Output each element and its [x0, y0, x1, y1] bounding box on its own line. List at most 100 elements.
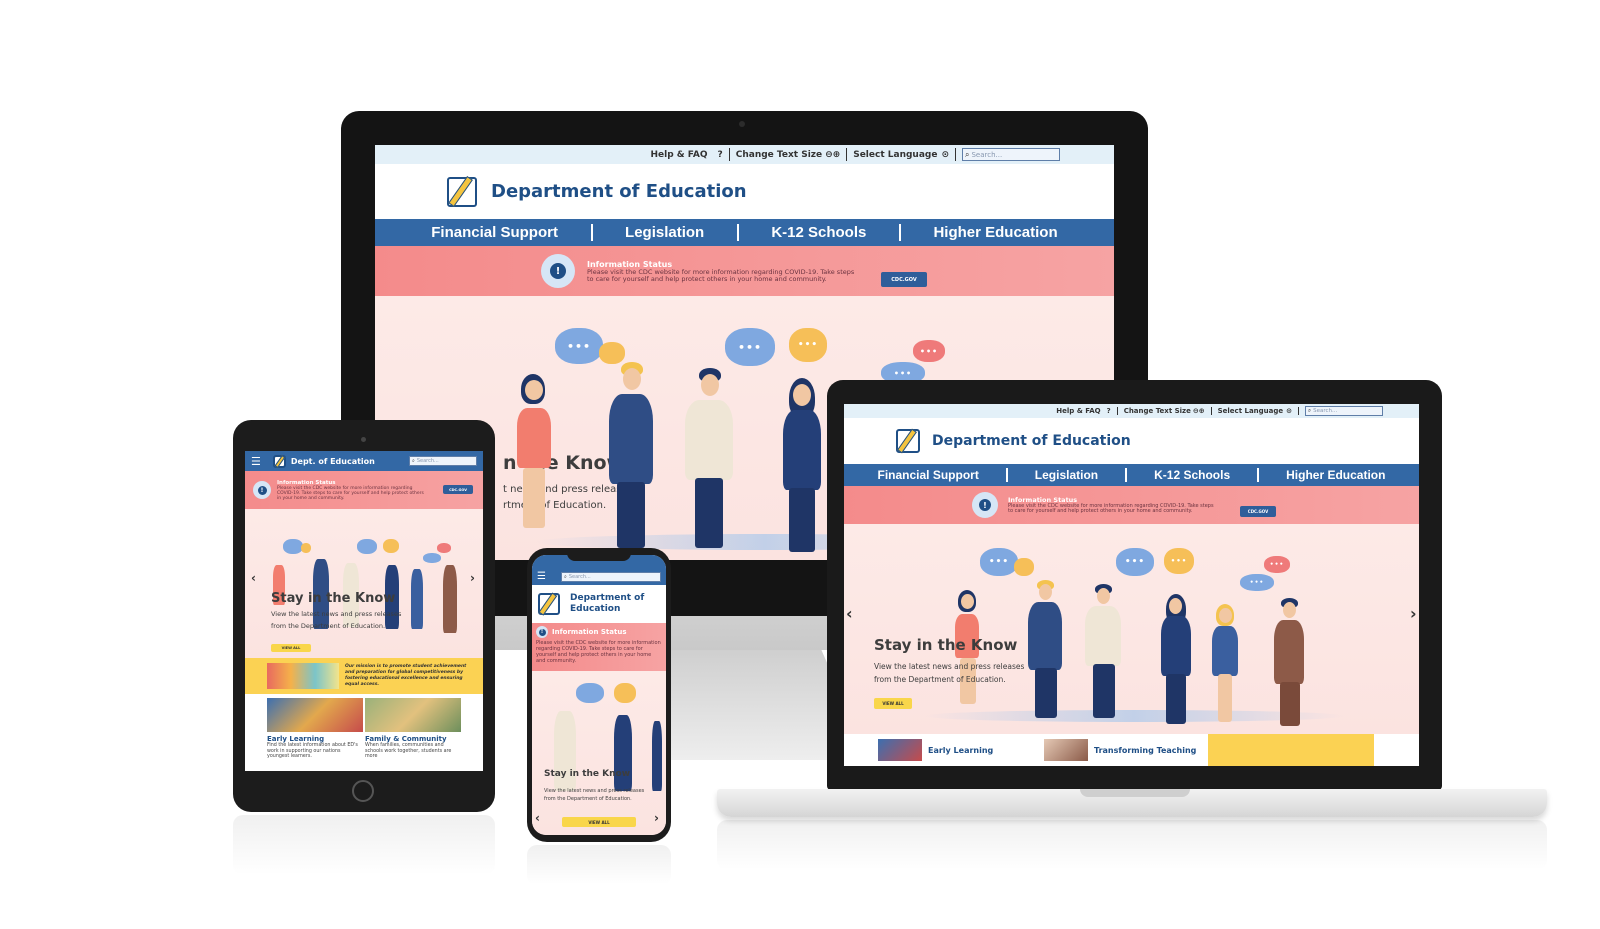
hero-title: Stay in the Know	[874, 636, 1018, 654]
help-faq-link[interactable]: Help & FAQ	[651, 150, 708, 160]
text-size-icon[interactable]: ⊖⊕	[1193, 407, 1205, 415]
phone-reflection	[527, 845, 671, 885]
nav-divider	[1125, 468, 1128, 482]
alert-message: Please visit the CDC website for more in…	[277, 485, 424, 501]
search-placeholder: Search...	[971, 150, 1003, 159]
carousel-next-arrow[interactable]: ›	[470, 571, 475, 585]
view-all-button[interactable]: VIEW ALL	[874, 698, 912, 709]
speech-bubble-icon: •••	[1116, 548, 1154, 576]
cdc-button[interactable]: CDC.GOV	[1240, 506, 1276, 517]
nav-item-k12-schools[interactable]: K-12 Schools	[771, 224, 866, 241]
nav-item-legislation[interactable]: Legislation	[1035, 468, 1098, 482]
view-all-button[interactable]: VIEW ALL	[562, 817, 636, 827]
language-select[interactable]: Select Language	[853, 150, 937, 160]
alert-icon: !	[541, 254, 575, 288]
tablet-camera	[361, 437, 366, 442]
card-text: Find the latest information about ED's w…	[267, 743, 358, 759]
hero-subtitle: View the latest news and press releases …	[544, 788, 645, 802]
site-title[interactable]: Education	[570, 604, 644, 615]
alert-icon: !	[972, 492, 998, 518]
help-faq-link[interactable]: Help & FAQ	[1056, 407, 1100, 415]
card-title: Early Learning	[267, 735, 325, 743]
card-image	[365, 698, 461, 732]
divider	[1298, 407, 1299, 415]
hero-title: Stay in the Know	[271, 591, 396, 606]
mission-text: Our mission is to promote student achiev…	[345, 664, 467, 687]
logo-icon[interactable]	[538, 593, 560, 615]
carousel-prev-arrow[interactable]: ‹	[251, 571, 256, 585]
site-title[interactable]: Department of Education	[932, 433, 1131, 449]
language-icon[interactable]: ⊙	[1286, 407, 1292, 415]
language-icon[interactable]: ⊙	[941, 150, 949, 160]
search-icon: ⌕	[412, 458, 415, 464]
site-title[interactable]: Dept. of Education	[291, 457, 375, 466]
nav-item-k12-schools[interactable]: K-12 Schools	[1154, 468, 1230, 482]
hero-carousel: ‹ › Stay in the Know View the latest new…	[245, 509, 483, 658]
main-nav: Financial Support Legislation K-12 Schoo…	[375, 219, 1114, 246]
carousel-next-arrow[interactable]: ›	[654, 811, 659, 825]
alert-message: Please visit the CDC website for more in…	[536, 640, 661, 664]
carousel-prev-arrow[interactable]: ‹	[535, 811, 540, 825]
nav-item-legislation[interactable]: Legislation	[625, 224, 704, 241]
text-size-icon[interactable]: ⊖⊕	[825, 150, 840, 160]
menu-icon[interactable]: ☰	[251, 455, 261, 468]
logo-icon[interactable]	[447, 176, 477, 207]
nav-divider	[898, 224, 901, 241]
divider	[1210, 407, 1212, 415]
phone-notch	[567, 551, 631, 561]
carousel-prev-arrow[interactable]: ‹	[846, 604, 853, 623]
cdc-button[interactable]: CDC.GOV	[443, 485, 473, 494]
help-icon[interactable]: ?	[718, 150, 723, 160]
search-input[interactable]: ⌕ Search...	[561, 572, 661, 582]
utility-bar: Help & FAQ ? Change Text Size ⊖⊕ Select …	[375, 145, 1114, 164]
speech-bubble-icon: •••	[1240, 574, 1274, 591]
card-early-learning[interactable]: Early Learning Find the latest informati…	[267, 698, 363, 760]
card-row: Early Learning Find the latest informati…	[245, 694, 483, 760]
carousel-next-arrow[interactable]: ›	[1410, 604, 1417, 623]
search-input[interactable]: ⌕ Search...	[409, 456, 477, 466]
cdc-button[interactable]: CDC.GOV	[881, 272, 927, 287]
speech-bubble-icon	[357, 539, 377, 554]
phone-screen: ☰ ⌕ Search... Department of Education ! …	[532, 555, 666, 835]
help-icon[interactable]: ?	[1107, 407, 1111, 415]
info-alert: ! Information Status Please visit the CD…	[375, 246, 1114, 296]
nav-item-higher-education[interactable]: Higher Education	[1286, 468, 1385, 482]
devices-mockup: Help & FAQ ? Change Text Size ⊖⊕ Select …	[0, 0, 1600, 929]
speech-bubble-icon	[423, 553, 441, 563]
brand-header: Department of Education	[532, 585, 666, 623]
card-family-community[interactable]: Family & Community When families, commun…	[365, 698, 461, 760]
logo-icon[interactable]	[896, 429, 920, 453]
speech-bubble-icon	[614, 683, 636, 703]
speech-bubble-icon	[437, 543, 451, 553]
nav-item-higher-education[interactable]: Higher Education	[933, 224, 1057, 241]
search-icon: ⌕	[564, 574, 567, 580]
card-image	[267, 698, 363, 732]
search-input[interactable]: ⌕ Search...	[962, 148, 1060, 161]
view-all-button[interactable]: VIEW ALL	[271, 644, 311, 652]
speech-bubble-icon: •••	[725, 328, 775, 366]
laptop-reflection	[717, 820, 1547, 870]
card-image	[878, 739, 922, 761]
speech-bubble-icon: •••	[980, 548, 1018, 576]
language-select[interactable]: Select Language	[1218, 407, 1284, 415]
card-title[interactable]: Transforming Teaching	[1094, 746, 1196, 755]
alert-icon: !	[253, 481, 271, 499]
card-title[interactable]: Early Learning	[928, 746, 1044, 755]
nav-divider	[736, 224, 739, 241]
card-text: When families, communities and schools w…	[365, 743, 452, 759]
menu-icon[interactable]: ☰	[537, 571, 546, 582]
speech-bubble-icon: •••	[1264, 556, 1290, 573]
site-title[interactable]: Department of Education	[491, 181, 747, 202]
search-input[interactable]: ⌕ Search...	[1305, 406, 1383, 416]
tablet-home-button	[352, 780, 374, 802]
utility-bar: Help & FAQ ? Change Text Size ⊖⊕ Select …	[844, 404, 1419, 418]
speech-bubble-icon: •••	[1164, 548, 1194, 574]
hero-subtitle: View the latest news and press releases …	[874, 662, 1025, 684]
monitor-camera	[739, 121, 745, 127]
nav-item-financial-support[interactable]: Financial Support	[877, 468, 978, 482]
alert-title: Information Status	[552, 628, 627, 636]
logo-icon[interactable]	[272, 454, 286, 468]
site-title[interactable]: Department of	[570, 593, 644, 604]
speech-bubble-icon: •••	[913, 340, 945, 362]
nav-item-financial-support[interactable]: Financial Support	[431, 224, 558, 241]
